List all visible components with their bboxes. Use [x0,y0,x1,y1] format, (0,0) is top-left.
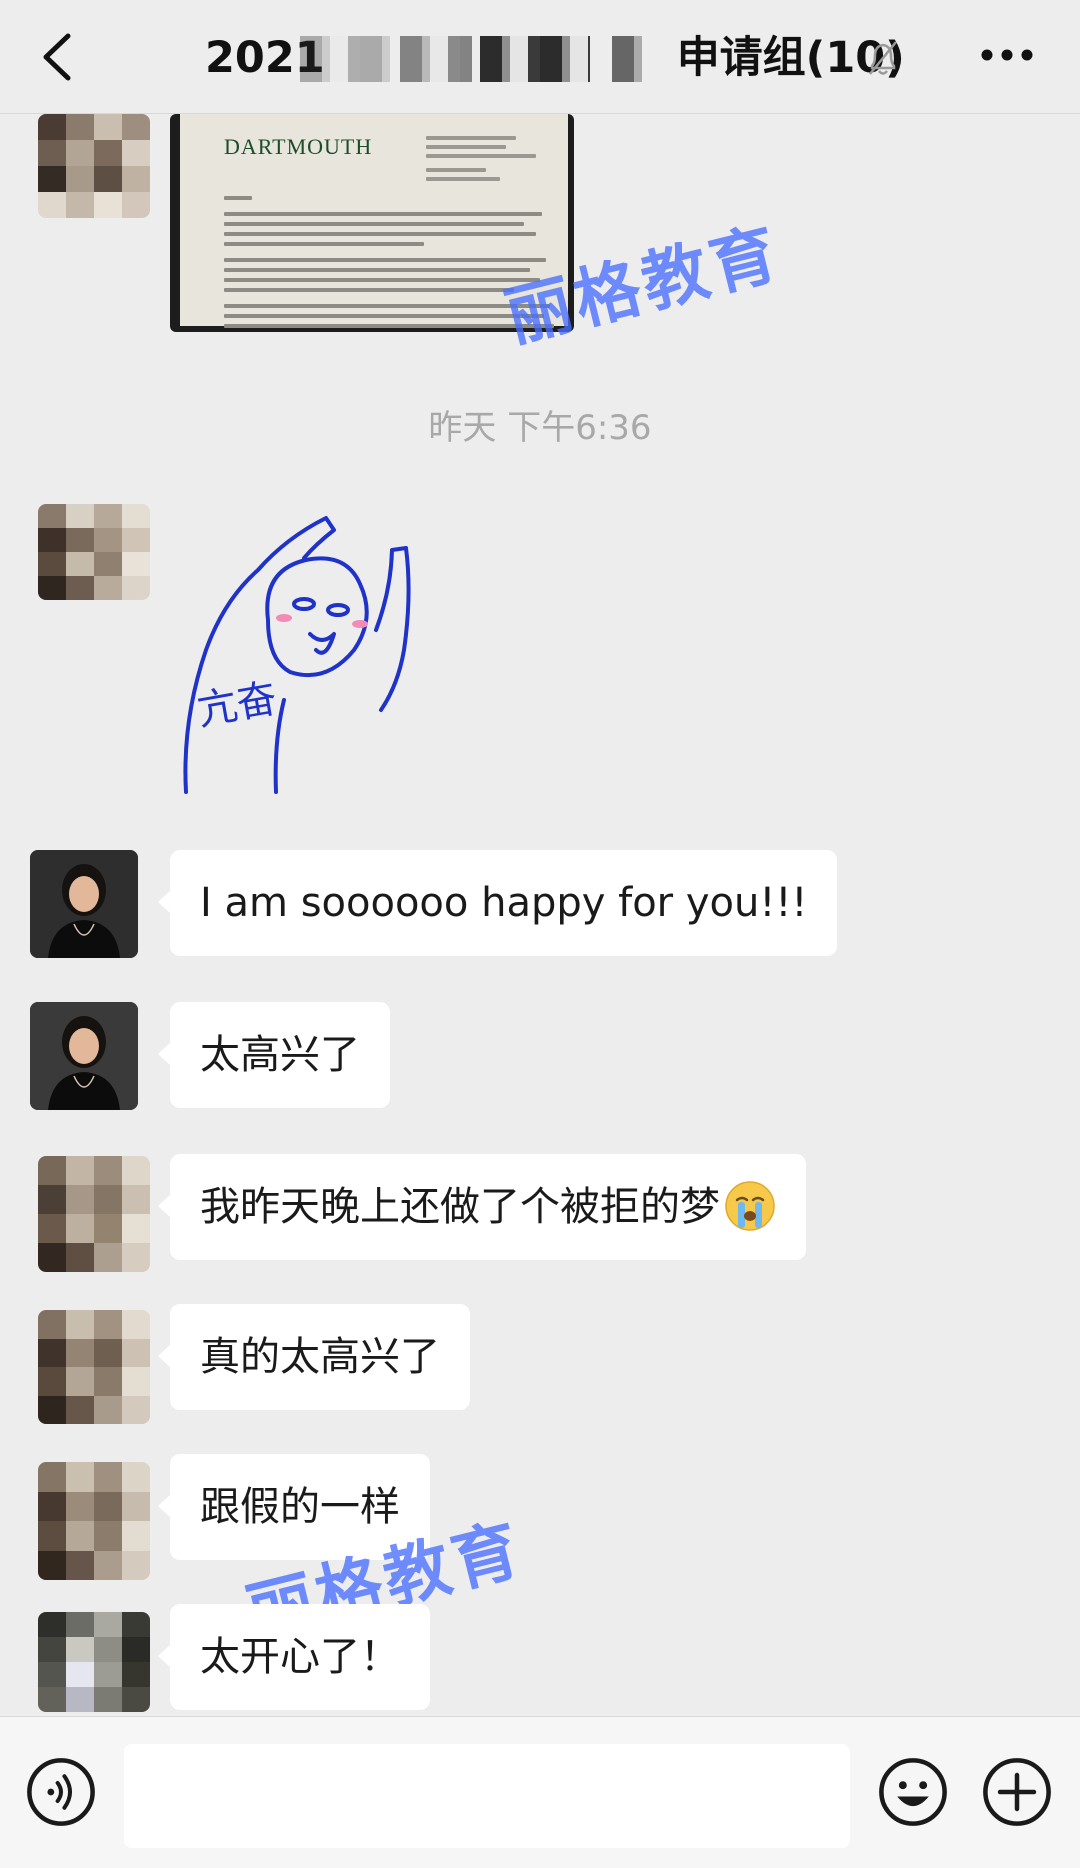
blurred-avatar [38,504,150,600]
sticker-text: 亢奋 [194,676,281,735]
chat-header: 2021 申请组(10) [0,0,1080,114]
letter-address-lines [426,136,556,186]
excited-sticker[interactable]: 亢奋 [176,500,476,800]
title-redaction [300,36,390,82]
smiley-icon[interactable] [878,1757,948,1827]
avatar[interactable] [38,1462,150,1580]
message-bubble[interactable]: 真的太高兴了 [158,1304,470,1410]
avatar[interactable] [38,504,150,600]
letter-brand: DARTMOUTH [224,134,373,159]
message-text: I am soooooo happy for you!!! [200,880,808,926]
message-text: 太开心了！ [200,1634,400,1680]
message-bubble[interactable]: I am soooooo happy for you!!! [157,850,838,956]
message-bubble[interactable]: 太高兴了 [158,1002,390,1108]
bell-off-icon [869,41,897,75]
blurred-avatar [38,114,150,218]
avatar[interactable] [38,1156,150,1272]
message-bubble[interactable]: 我昨天晚上还做了个被拒的梦 [158,1154,806,1260]
crying-face-icon [725,1181,775,1231]
message-input[interactable] [124,1744,850,1848]
blurred-avatar [38,1462,150,1580]
message-timestamp: 昨天 下午6:36 [428,408,652,448]
avatar[interactable] [38,1612,150,1712]
title-redaction [612,36,642,82]
message-text: 太高兴了 [200,1032,360,1078]
blurred-avatar [38,1310,150,1424]
teacher-photo [30,1002,138,1110]
message-text: 跟假的一样 [200,1484,400,1530]
title-redaction [400,36,472,82]
voice-icon[interactable] [26,1757,96,1827]
message-text: 真的太高兴了 [200,1334,440,1380]
title-redaction [480,36,590,82]
avatar[interactable] [38,114,150,218]
plus-icon[interactable] [982,1757,1052,1827]
blurred-avatar [38,1156,150,1272]
message-bubble[interactable]: 太开心了！ [158,1604,430,1710]
blurred-avatar [38,1612,150,1712]
message-text: 我昨天晚上还做了个被拒的梦 [200,1184,720,1230]
chevron-left-icon[interactable] [34,30,84,84]
avatar[interactable] [30,850,138,958]
ellipsis-icon[interactable] [980,48,1034,62]
avatar[interactable] [38,1310,150,1424]
teacher-photo [30,850,138,958]
avatar[interactable] [30,1002,138,1110]
